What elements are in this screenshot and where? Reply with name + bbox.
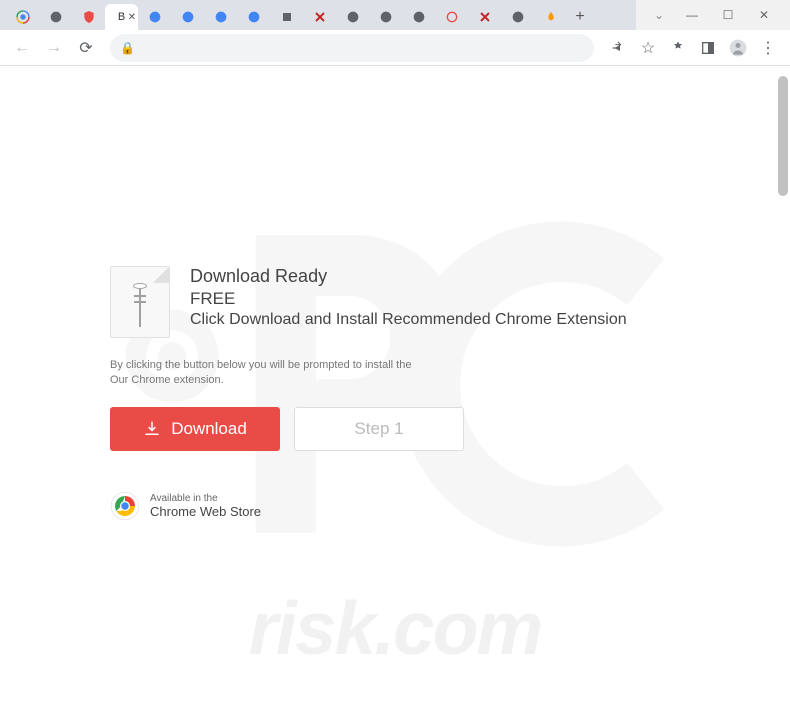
download-card: Download Ready FREE Click Download and I… (110, 266, 670, 521)
new-tab-button[interactable]: + (567, 4, 593, 30)
back-button[interactable]: ← (8, 34, 36, 62)
tab-x[interactable] (468, 4, 501, 30)
page-viewport: risk.com Download Ready FREE Click Downl… (0, 66, 790, 701)
store-available-label: Available in the (150, 493, 261, 504)
address-bar[interactable]: 🔒 (110, 34, 594, 62)
tab-x[interactable] (303, 4, 336, 30)
tab-google[interactable] (237, 4, 270, 30)
tab-google[interactable] (6, 4, 39, 30)
tab-globe[interactable] (501, 4, 534, 30)
tab-active[interactable]: B✕ (105, 4, 138, 30)
chrome-store-badge[interactable]: Available in the Chrome Web Store (110, 491, 670, 521)
tab-shield[interactable] (72, 4, 105, 30)
scrollbar-thumb[interactable] (778, 76, 788, 196)
scrollbar[interactable] (776, 66, 790, 701)
tab-close-icon[interactable]: ✕ (128, 12, 136, 23)
download-button-label: Download (171, 419, 247, 439)
window-minimize[interactable]: — (674, 1, 710, 29)
tab-google[interactable] (204, 4, 237, 30)
extensions-icon[interactable] (664, 34, 692, 62)
reload-button[interactable]: ⟳ (72, 34, 100, 62)
window-dropdown[interactable]: ⌄ (644, 1, 674, 29)
tab-globe[interactable] (369, 4, 402, 30)
card-subtitle: Click Download and Install Recommended C… (190, 311, 627, 329)
browser-toolbar: ← → ⟳ 🔒 ☆ ⋮ (0, 30, 790, 66)
card-heading: Download Ready (190, 266, 627, 287)
tab-google[interactable] (138, 4, 171, 30)
download-button[interactable]: Download (110, 407, 280, 451)
lock-icon: 🔒 (120, 41, 135, 55)
tab-globe[interactable] (402, 4, 435, 30)
step-button[interactable]: Step 1 (294, 407, 464, 451)
tab-globe[interactable] (336, 4, 369, 30)
window-close[interactable]: ✕ (746, 1, 782, 29)
step-button-label: Step 1 (354, 419, 403, 439)
file-icon (110, 266, 170, 338)
watermark-text: risk.com (0, 585, 790, 671)
chrome-logo-icon (110, 491, 140, 521)
free-label: FREE (190, 289, 627, 309)
menu-icon[interactable]: ⋮ (754, 34, 782, 62)
window-controls: ⌄ — ☐ ✕ (636, 0, 790, 30)
forward-button[interactable]: → (40, 34, 68, 62)
tab-circle[interactable] (435, 4, 468, 30)
disclaimer-text: By clicking the button below you will be… (110, 358, 670, 389)
tab-flame[interactable] (534, 4, 567, 30)
bookmark-icon[interactable]: ☆ (634, 34, 662, 62)
window-maximize[interactable]: ☐ (710, 1, 746, 29)
tab-anchor[interactable] (270, 4, 303, 30)
tab-globe[interactable] (39, 4, 72, 30)
download-icon (143, 420, 161, 438)
tab-google[interactable] (171, 4, 204, 30)
profile-icon[interactable] (724, 34, 752, 62)
share-icon[interactable] (604, 34, 632, 62)
store-name-label: Chrome Web Store (150, 504, 261, 519)
sidepanel-icon[interactable] (694, 34, 722, 62)
